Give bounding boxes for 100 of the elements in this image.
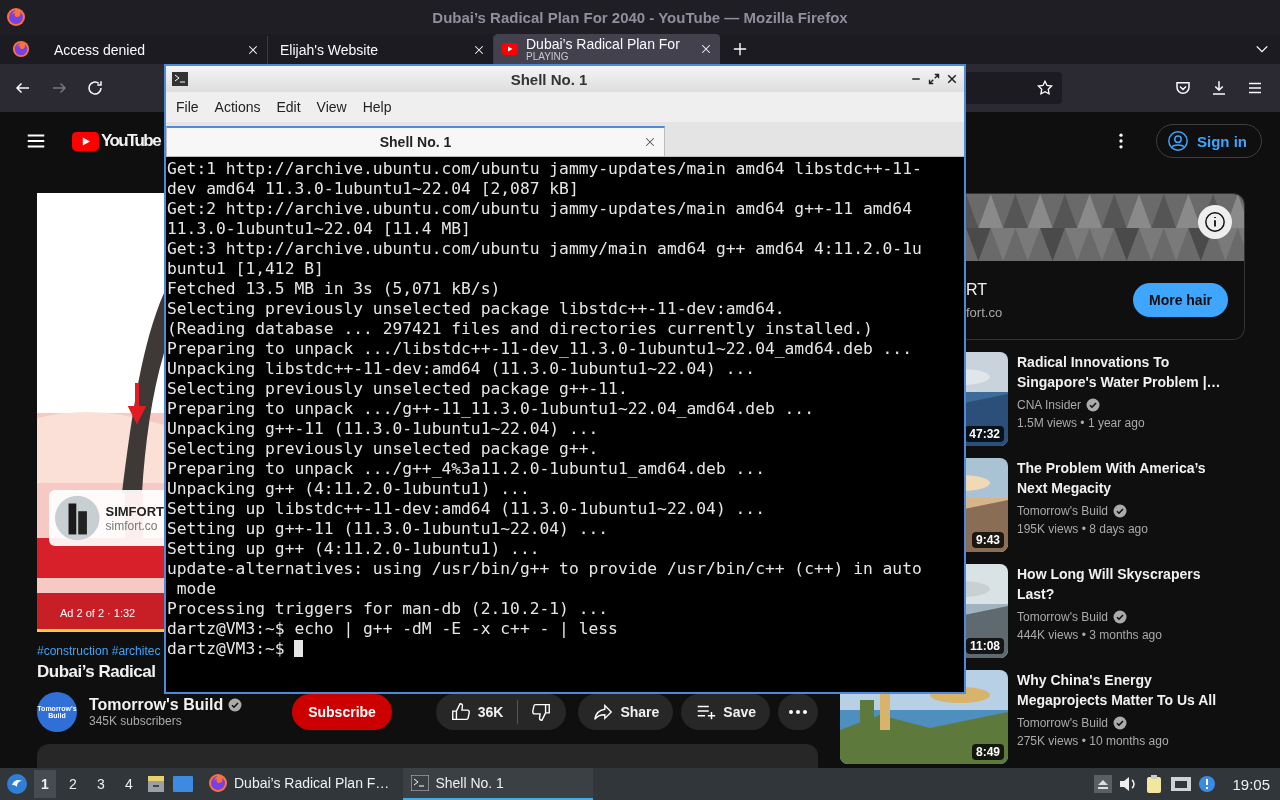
terminal-line: Preparing to unpack .../g++_4%3a11.2.0-1ubuntu1_amd64.deb ... <box>167 459 766 479</box>
video-title: Dubai’s Radical <box>37 662 157 682</box>
terminal-line: buntu1 [1,412 B] <box>167 259 325 279</box>
clock: 19:05 <box>1232 775 1270 793</box>
terminal-line: Unpacking g++-11 (11.3.0-1ubuntu1~22.04) ... <box>167 419 600 439</box>
terminal-line: Setting up libstdc++-11-dev:amd64 (11.3.0-1ubuntu1~22.04) ... <box>167 499 766 519</box>
more-horizontal-icon <box>789 710 807 714</box>
subscriber-count: 345K subscribers <box>89 714 183 728</box>
terminal-line: (Reading database ... 297421 files and directories currently installed.) <box>167 319 874 339</box>
channel-name[interactable]: CNA Insider <box>1017 396 1082 414</box>
terminal-line: Fetched 13.5 MB in 3s (5,071 kB/s) <box>167 279 502 299</box>
terminal-tab[interactable]: Shell No. 1 <box>166 126 665 156</box>
channel-name[interactable]: Tomorrow's Build <box>1017 714 1108 732</box>
video-meta: 444K views • 3 months ago <box>1017 627 1163 644</box>
terminal-line: dartz@VM3:~$ echo | g++ -dM -E -x c++ - | less <box>167 619 619 639</box>
share-button[interactable]: Share <box>578 694 674 730</box>
channel-name[interactable]: Tomorrow's Build <box>1017 608 1108 626</box>
advertiser-url: simfort.co <box>105 518 159 533</box>
terminal-line: 11.3.0-1ubuntu1~22.04 [11.4 MB] <box>167 219 472 239</box>
window-icon[interactable] <box>172 774 194 794</box>
terminal-icon <box>172 72 188 86</box>
channel-name[interactable]: Tomorrow's Build <box>1017 502 1108 520</box>
address-bar[interactable] <box>966 72 1062 104</box>
terminal-line: Preparing to unpack .../libstdc++-11-dev_11.3.0-1ubuntu1~22.04_amd64.deb ... <box>167 339 913 359</box>
video-meta: 275K views • 10 months ago <box>1017 733 1170 750</box>
terminal-line: Setting up g++-11 (11.3.0-1ubuntu1~22.04) ... <box>167 519 610 539</box>
terminal-line: Preparing to unpack .../g++-11_11.3.0-1ubuntu1~22.04_amd64.deb ... <box>167 399 815 419</box>
terminal-line: Selecting previously unselected package g++. <box>167 439 600 459</box>
advertiser-name: RT <box>966 280 989 299</box>
terminal-line: mode <box>175 579 217 599</box>
download-icon[interactable] <box>1210 79 1228 97</box>
verified-icon <box>1113 716 1127 730</box>
ad-card[interactable]: SIMFORT simfort.co <box>49 490 164 546</box>
account-icon <box>1167 130 1189 152</box>
verified-icon <box>1113 610 1127 624</box>
bookmark-star-icon[interactable] <box>1036 79 1054 97</box>
network-icon[interactable] <box>1170 775 1193 793</box>
window-title: Dubai’s Radical Plan For 2040 - YouTube — Mozilla Firefox <box>431 8 849 26</box>
terminal-line: Unpacking g++ (4:11.2.0-1ubuntu1) ... <box>167 479 531 499</box>
video-duration: 9:43 <box>971 532 1004 548</box>
browser-tab[interactable]: Dubai’s Radical Plan For PLAYING <box>494 34 720 64</box>
start-menu-icon[interactable] <box>6 773 28 795</box>
file-manager-icon[interactable] <box>146 774 166 794</box>
text-cursor <box>294 640 304 657</box>
workspace-button[interactable]: 4 <box>118 770 140 798</box>
video-title[interactable]: How Long Will Skyscrapers Last? <box>1017 564 1229 604</box>
channel-name[interactable]: Tomorrow's Build <box>89 696 224 714</box>
video-title[interactable]: Why China's Energy Megaprojects Matter To Us All <box>1017 670 1229 710</box>
terminal-line: Processing triggers for man-db (2.10.2-1) ... <box>167 599 610 619</box>
ad-cta-button[interactable]: More hair <box>1133 283 1228 317</box>
video-title[interactable]: The Problem With America’s Next Megacity <box>1017 458 1229 498</box>
taskbar-button[interactable]: Dubai’s Radical Plan F… <box>200 768 398 800</box>
menu-item[interactable]: Edit <box>268 95 309 119</box>
youtube-logo-icon <box>72 131 99 151</box>
verified-icon <box>1086 398 1101 412</box>
youtube-icon <box>502 43 518 55</box>
reload-icon[interactable] <box>86 79 104 97</box>
info-icon <box>1204 211 1226 233</box>
taskbar-button[interactable]: Shell No. 1 <box>403 768 594 800</box>
terminal-line: Get:1 http://archive.ubuntu.com/ubuntu jammy-updates/main amd64 libstdc++-11- <box>167 159 923 179</box>
video-duration: 8:49 <box>971 744 1004 760</box>
window-title: Shell No. 1 <box>509 70 589 88</box>
menu-item[interactable]: File <box>168 95 207 119</box>
terminal-line: Unpacking libstdc++-11-dev:amd64 (11.3.0-1ubuntu1~22.04) ... <box>167 359 757 379</box>
advertiser-name: SIMFORT <box>105 503 164 519</box>
subscribe-button[interactable]: Subscribe <box>292 694 392 730</box>
video-duration: 11:08 <box>965 638 1004 654</box>
pocket-icon[interactable] <box>1174 79 1192 97</box>
terminal-line: Get:2 http://archive.ubuntu.com/ubuntu jammy-updates/main amd64 g++-11 amd64 <box>167 199 913 219</box>
verified-icon <box>228 698 243 712</box>
share-arrow-icon <box>592 701 615 723</box>
terminal-line: Setting up g++ (4:11.2.0-1ubuntu1) ... <box>167 539 541 559</box>
terminal-line: Selecting previously unselected package g++-11. <box>167 379 629 399</box>
eject-icon[interactable] <box>1094 775 1113 793</box>
menu-item[interactable]: View <box>308 95 355 119</box>
maximize-icon[interactable] <box>928 73 940 85</box>
terminal-line: update-alternatives: using /usr/bin/g++ to provide /usr/bin/c++ (c++) in auto <box>167 559 923 579</box>
like-button[interactable]: 36K <box>435 694 518 730</box>
workspace-button[interactable]: 3 <box>90 770 112 798</box>
workspace-button[interactable]: 2 <box>62 770 84 798</box>
video-duration: 47:32 <box>965 426 1004 442</box>
video-meta: 195K views • 8 days ago <box>1017 521 1149 538</box>
firefox-icon <box>208 773 228 793</box>
terminal-line: dartz@VM3:~$ <box>167 639 963 659</box>
video-title[interactable]: Radical Innovations To Singapore's Water Problem |… <box>1017 352 1229 392</box>
save-button[interactable]: Save <box>681 694 770 730</box>
terminal-line: Selecting previously unselected package libstdc++-11-dev:amd64. <box>167 299 786 319</box>
workspace-button[interactable]: 1 <box>34 770 56 798</box>
terminal-line: Get:3 http://archive.ubuntu.com/ubuntu jammy/main amd64 g++ amd64 4:11.2.0-1u <box>167 239 923 259</box>
more-actions-button[interactable] <box>778 694 818 730</box>
advertiser-url: fort.co <box>966 304 1004 320</box>
close-icon[interactable] <box>946 73 958 85</box>
firefox-icon <box>6 7 26 27</box>
thumbs-down-icon <box>530 701 553 723</box>
thumbs-up-icon <box>449 701 472 723</box>
new-tab-icon[interactable] <box>733 42 747 56</box>
menu-item[interactable]: Actions <box>206 95 269 119</box>
youtube-wordmark[interactable]: YouTube <box>101 131 160 151</box>
menu-item[interactable]: Help <box>354 95 400 119</box>
ad-counter: Ad 2 of 2 · 1:32 <box>60 607 136 619</box>
